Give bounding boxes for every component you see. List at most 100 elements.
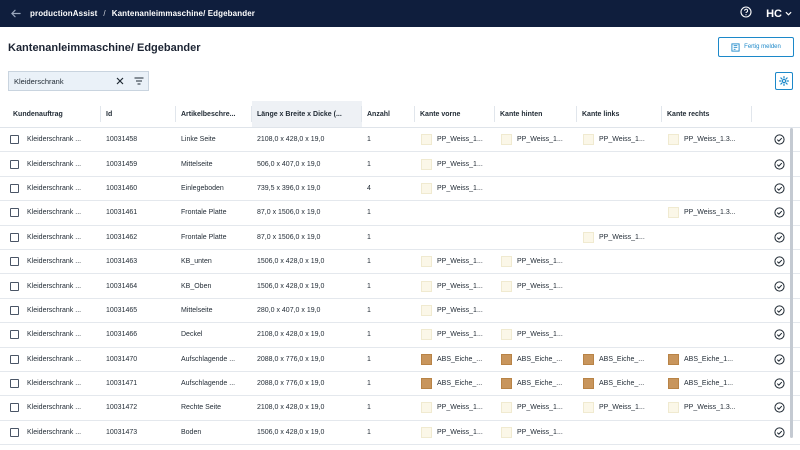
table-row[interactable]: Kleiderschrank ... 10031466 Deckel 2108,0 x… <box>0 323 800 348</box>
edge-label: PP_Weiss_1... <box>517 258 563 266</box>
cell-kante-rechts: PP_Weiss_1.3... <box>662 396 752 419</box>
cell-kante-rechts: ABS_Eiche_1... <box>662 348 752 371</box>
table-row[interactable]: Kleiderschrank ... 10031462 Frontale Platt… <box>0 226 800 250</box>
cell-anzahl: 1 <box>367 209 371 217</box>
column-header-artikel[interactable]: Artikelbeschre... <box>176 101 252 127</box>
cell-id: 10031462 <box>106 233 138 241</box>
edge-label: PP_Weiss_1... <box>437 282 483 290</box>
table-row[interactable]: Kleiderschrank ... 10031472 Rechte Seite 21… <box>0 396 800 421</box>
cell-id: 10031459 <box>106 160 138 168</box>
table-row[interactable]: Kleiderschrank ... 10031473 Boden 1506,0 x … <box>0 421 800 446</box>
check-circle-icon[interactable] <box>774 305 785 316</box>
cell-artikel: Frontale Platte <box>181 233 227 241</box>
cell-kante-rechts: ABS_Eiche_1... <box>662 372 752 395</box>
cell-anzahl: 1 <box>367 428 371 436</box>
cell-kante-links <box>577 152 662 175</box>
table-row[interactable]: Kleiderschrank ... 10031464 KB_Oben 1506,0 … <box>0 274 800 299</box>
table-header: Kundenauftrag Id Artikelbeschre... Länge… <box>0 101 800 128</box>
clear-filter-button[interactable] <box>111 71 130 91</box>
edge-color-swatch <box>668 353 679 365</box>
edge-label: PP_Weiss_1... <box>437 184 483 192</box>
check-circle-icon[interactable] <box>774 256 785 267</box>
table-row[interactable]: Kleiderschrank ... 10031465 Mittelseite 280… <box>0 299 800 324</box>
help-button[interactable] <box>740 5 752 23</box>
table-body: Kleiderschrank ... 10031458 Linke Seite 210… <box>0 128 800 446</box>
check-circle-icon[interactable] <box>774 378 785 389</box>
breadcrumb-app-link[interactable]: productionAssist <box>30 9 97 18</box>
cell-kante-rechts <box>662 177 752 200</box>
row-checkbox[interactable] <box>10 427 19 437</box>
check-circle-icon[interactable] <box>774 183 785 194</box>
cell-kante-rechts: PP_Weiss_1.3... <box>662 128 752 151</box>
cell-dimensions: 739,5 x 396,0 x 19,0 <box>257 184 321 192</box>
kundenauftrag-text: Kleiderschrank ... <box>27 209 82 217</box>
fertig-melden-button[interactable]: Fertig melden <box>718 37 794 57</box>
column-header-kante-links[interactable]: Kante links <box>577 101 662 127</box>
table-row[interactable]: Kleiderschrank ... 10031470 Aufschlagende … <box>0 348 800 372</box>
check-circle-icon[interactable] <box>774 134 785 145</box>
column-header-kante-hinten[interactable]: Kante hinten <box>495 101 577 127</box>
filter-button[interactable] <box>130 71 149 91</box>
back-button[interactable] <box>0 0 30 27</box>
row-checkbox[interactable] <box>10 330 19 340</box>
table-row[interactable]: Kleiderschrank ... 10031458 Linke Seite 210… <box>0 128 800 153</box>
check-circle-icon[interactable] <box>774 280 785 292</box>
cell-kante-rechts <box>662 226 752 249</box>
filter-input[interactable] <box>9 72 111 90</box>
kundenauftrag-text: Kleiderschrank ... <box>27 136 82 144</box>
cell-kante-links <box>577 201 662 224</box>
column-header-id[interactable]: Id <box>101 101 176 127</box>
table-row[interactable]: Kleiderschrank ... 10031460 Einlegeboden 73… <box>0 177 800 202</box>
edge-color-swatch <box>583 231 594 243</box>
cell-kundenauftrag: Kleiderschrank ... <box>0 152 101 175</box>
table-row[interactable]: Kleiderschrank ... 10031463 KB_unten 1506,0… <box>0 250 800 275</box>
edge-color-swatch <box>583 402 594 414</box>
column-header-kante-vorne[interactable]: Kante vorne <box>415 101 495 127</box>
table-row[interactable]: Kleiderschrank ... 10031459 Mittelseite 506… <box>0 152 800 177</box>
cell-dimensions: 506,0 x 407,0 x 19,0 <box>257 160 321 168</box>
cell-kante-vorne: PP_Weiss_1... <box>415 396 495 419</box>
kundenauftrag-text: Kleiderschrank ... <box>27 184 82 192</box>
row-checkbox[interactable] <box>10 232 19 242</box>
check-circle-icon[interactable] <box>774 207 785 218</box>
column-header-dimensions[interactable]: Länge x Breite x Dicke (... <box>252 101 362 127</box>
column-header-anzahl[interactable]: Anzahl <box>362 101 415 127</box>
edge-label: PP_Weiss_1... <box>599 136 645 144</box>
row-checkbox[interactable] <box>10 183 19 193</box>
cell-kante-hinten: PP_Weiss_1... <box>495 250 577 273</box>
brand-menu[interactable]: HC <box>766 8 792 20</box>
edge-label: ABS_Eiche_... <box>599 380 645 388</box>
check-circle-icon[interactable] <box>774 158 785 170</box>
cell-id: 10031460 <box>106 184 138 192</box>
check-circle-icon[interactable] <box>774 354 785 365</box>
check-circle-icon[interactable] <box>774 427 785 438</box>
table-row[interactable]: Kleiderschrank ... 10031461 Frontale Platt… <box>0 201 800 226</box>
cell-kundenauftrag: Kleiderschrank ... <box>0 421 101 444</box>
cell-kante-hinten: ABS_Eiche_... <box>495 372 577 395</box>
table-row[interactable]: Kleiderschrank ... 10031471 Aufschlagende … <box>0 372 800 397</box>
row-checkbox[interactable] <box>10 208 19 218</box>
edge-color-swatch <box>501 256 512 268</box>
column-header-kante-rechts[interactable]: Kante rechts <box>662 101 752 127</box>
row-checkbox[interactable] <box>10 305 19 315</box>
kundenauftrag-text: Kleiderschrank ... <box>27 428 82 436</box>
row-checkbox[interactable] <box>10 281 19 291</box>
row-checkbox[interactable] <box>10 159 19 169</box>
row-checkbox[interactable] <box>10 354 19 364</box>
check-circle-icon[interactable] <box>774 329 785 340</box>
table-settings-button[interactable] <box>775 72 793 90</box>
check-circle-icon[interactable] <box>774 232 785 243</box>
edge-color-swatch <box>668 378 679 390</box>
edge-label: PP_Weiss_1.3... <box>684 209 736 217</box>
row-checkbox[interactable] <box>10 403 19 413</box>
edge-color-swatch <box>501 353 512 365</box>
row-checkbox[interactable] <box>10 257 19 267</box>
table-scrollbar[interactable] <box>790 128 793 438</box>
top-bar: productionAssist / Kantenanleimmaschine/… <box>0 0 800 27</box>
row-checkbox[interactable] <box>10 379 19 389</box>
check-circle-icon[interactable] <box>774 402 785 414</box>
cell-kante-vorne: ABS_Eiche_... <box>415 372 495 395</box>
column-header-kundenauftrag[interactable]: Kundenauftrag <box>0 101 101 127</box>
row-checkbox[interactable] <box>10 135 19 145</box>
cell-artikel: Aufschlagende ... <box>181 380 236 388</box>
